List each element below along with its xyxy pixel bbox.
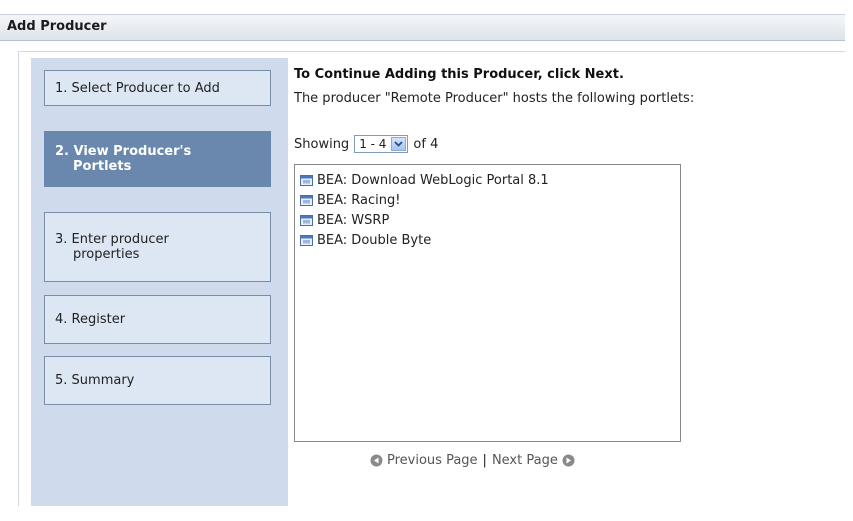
wizard-steps-sidebar: 1. Select Producer to Add 2. View Produc… [31, 58, 288, 506]
step-view-portlets[interactable]: 2. View Producer's Portlets [44, 131, 271, 187]
window-icon [300, 174, 313, 186]
step-label: 4. Register [55, 312, 126, 327]
list-item[interactable]: BEA: Racing! [295, 190, 680, 210]
next-page-label: Next Page [491, 453, 558, 468]
next-page-link[interactable]: Next Page [492, 453, 579, 468]
header-bar: Add Producer [0, 14, 845, 41]
step-enter-properties[interactable]: 3. Enter producer properties [44, 212, 271, 282]
instruction-title: To Continue Adding this Producer, click … [294, 67, 624, 82]
page-navigation: Previous Page | Next Page [366, 453, 579, 468]
chevron-down-icon[interactable] [391, 137, 407, 151]
portlet-list[interactable]: BEA: Download WebLogic Portal 8.1 BEA: R… [294, 164, 681, 442]
window-icon [300, 234, 313, 246]
step-label-line2: properties [73, 247, 140, 262]
window-icon [300, 214, 313, 226]
step-label-line2: Portlets [73, 159, 132, 174]
range-select[interactable]: 1 - 4 [354, 135, 409, 153]
showing-label: Showing [294, 136, 350, 152]
of-total-label: of 4 [413, 136, 439, 152]
step-register[interactable]: 4. Register [44, 295, 271, 344]
list-item[interactable]: BEA: Double Byte [295, 230, 680, 250]
step-label-line1: 3. Enter producer [55, 232, 169, 247]
step-label: 5. Summary [55, 373, 135, 388]
pagination-selector: Showing 1 - 4 of 4 [294, 135, 438, 153]
range-select-value: 1 - 4 [359, 137, 387, 151]
portlet-name: BEA: Racing! [317, 192, 401, 208]
portlet-name: BEA: Double Byte [317, 232, 432, 248]
step-label-line1: 2. View Producer's [55, 144, 192, 159]
previous-page-label: Previous Page [387, 453, 478, 468]
portlet-name: BEA: Download WebLogic Portal 8.1 [317, 172, 549, 188]
arrow-right-circle-icon [562, 454, 575, 467]
list-item[interactable]: BEA: Download WebLogic Portal 8.1 [295, 170, 680, 190]
window-icon [300, 194, 313, 206]
page-title: Add Producer [7, 19, 107, 34]
portlet-name: BEA: WSRP [317, 212, 390, 228]
instruction-description: The producer "Remote Producer" hosts the… [294, 91, 695, 106]
pager-separator: | [482, 453, 487, 468]
list-item[interactable]: BEA: WSRP [295, 210, 680, 230]
step-label: 1. Select Producer to Add [55, 80, 220, 96]
previous-page-link[interactable]: Previous Page [366, 453, 478, 468]
step-summary[interactable]: 5. Summary [44, 356, 271, 405]
arrow-left-circle-icon [370, 454, 383, 467]
step-select-producer[interactable]: 1. Select Producer to Add [44, 70, 271, 106]
